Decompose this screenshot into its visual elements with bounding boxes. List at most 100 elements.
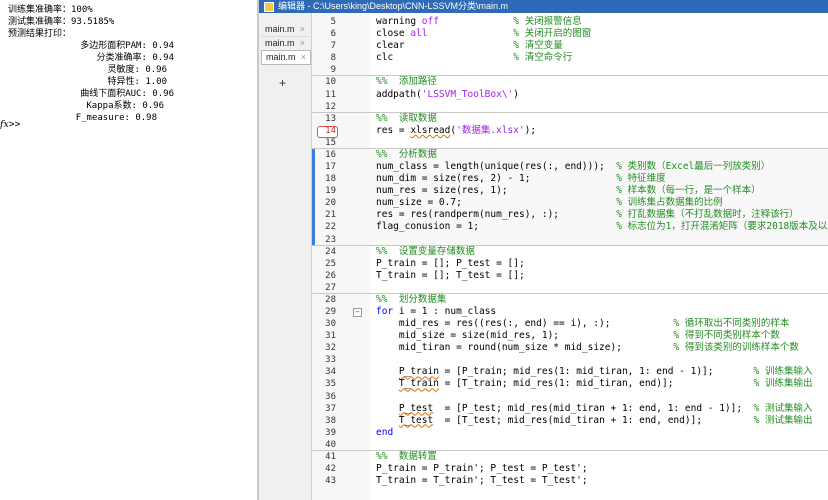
gutter-line-18[interactable]: 18 (312, 173, 370, 185)
line-number: 9 (330, 65, 336, 76)
gutter-line-10[interactable]: 10 (312, 76, 370, 88)
gutter-line-34[interactable]: 34 (312, 366, 370, 378)
line-number: 42 (325, 464, 336, 475)
gutter-line-21[interactable]: 21 (312, 209, 370, 221)
code-line-6[interactable]: close all % 关闭开启的图窗 (376, 28, 591, 40)
command-prompt[interactable]: fx>> (0, 119, 20, 130)
gutter-line-17[interactable]: 17 (312, 161, 370, 173)
gutter-line-42[interactable]: 42 (312, 463, 370, 475)
gutter-line-43[interactable]: 43 (312, 475, 370, 487)
tab-main-1[interactable]: main.m × (261, 23, 309, 37)
code-line-21[interactable]: res = res(randperm(num_res), :); % 打乱数据集… (376, 209, 799, 221)
gutter-line-6[interactable]: 6 (312, 28, 370, 40)
command-window[interactable]: 训练集准确率：100% 测试集准确率：93.5185% 预测结果打印： 多边形面… (0, 0, 257, 500)
gutter-line-13[interactable]: 13 (312, 113, 370, 125)
gutter-line-16[interactable]: 16 (312, 149, 370, 161)
gutter-line-15[interactable]: 15 (312, 137, 370, 149)
code-line-28[interactable]: %% 划分数据集 (376, 294, 446, 306)
line-number: 16 (325, 149, 336, 160)
code-line-11[interactable]: addpath('LSSVM_ToolBox\') (376, 89, 519, 101)
gutter-line-39[interactable]: 39 (312, 427, 370, 439)
gutter-line-23[interactable]: 23 (312, 234, 370, 246)
code-line-10[interactable]: %% 添加路径 (376, 76, 437, 88)
gutter-line-26[interactable]: 26 (312, 270, 370, 282)
gutter-line-35[interactable]: 35 (312, 378, 370, 390)
code-line-5[interactable]: warning off % 关闭报警信息 (376, 16, 582, 28)
code-line-34[interactable]: P_train = [P_train; mid_res(1: mid_tiran… (376, 366, 813, 378)
add-tab-button[interactable]: + (279, 76, 286, 90)
code-line-22[interactable]: flag_conusion = 1; % 标志位为1，打开混淆矩阵（要求2018… (376, 221, 828, 233)
prompt-symbol: >> (8, 119, 21, 130)
gutter-line-33[interactable]: 33 (312, 354, 370, 366)
line-number: 38 (325, 415, 336, 426)
gutter-line-9[interactable]: 9 (312, 64, 370, 76)
line-number: 26 (325, 270, 336, 281)
gutter-line-32[interactable]: 32 (312, 342, 370, 354)
code-line-35[interactable]: T_train = [T_train; mid_res(1: mid_tiran… (376, 378, 813, 390)
gutter-line-37[interactable]: 37 (312, 403, 370, 415)
code-line-31[interactable]: mid_size = size(mid_res, 1); % 得到不同类别样本个… (376, 330, 780, 342)
code-line-39[interactable]: end (376, 427, 393, 439)
code-line-18[interactable]: num_dim = size(res, 2) - 1; % 特征维度 (376, 173, 666, 185)
code-line-25[interactable]: P_train = []; P_test = []; (376, 258, 525, 270)
code-line-20[interactable]: num_size = 0.7; % 训练集占数据集的比例 (376, 197, 723, 209)
code-line-41[interactable]: %% 数据转置 (376, 451, 437, 463)
gutter-line-38[interactable]: 38 (312, 415, 370, 427)
code-line-26[interactable]: T_train = []; T_test = []; (376, 270, 525, 282)
code-line-16[interactable]: %% 分析数据 (376, 149, 437, 161)
code-line-7[interactable]: clear % 清空变量 (376, 40, 563, 52)
gutter-line-40[interactable]: 40 (312, 439, 370, 451)
code-editor[interactable]: 4%% 清空环境变量5warning off % 关闭报警信息6close al… (312, 13, 828, 500)
metric-pam: 多边形面积PAM: 0.94 (80, 41, 174, 51)
line-number: 14 (325, 125, 336, 136)
line-number: 21 (325, 210, 336, 221)
line-number: 35 (325, 379, 336, 390)
gutter-line-22[interactable]: 22 (312, 221, 370, 233)
gutter-line-24[interactable]: 24 (312, 246, 370, 258)
line-number: 41 (325, 451, 336, 462)
gutter-line-12[interactable]: 12 (312, 101, 370, 113)
close-icon[interactable]: × (300, 23, 305, 36)
gutter-line-20[interactable]: 20 (312, 197, 370, 209)
gutter-line-30[interactable]: 30 (312, 318, 370, 330)
tab-label: main.m (265, 38, 295, 48)
line-number: 40 (325, 439, 336, 450)
gutter-line-28[interactable]: 28 (312, 294, 370, 306)
gutter-line-11[interactable]: 11 (312, 89, 370, 101)
gutter-line-5[interactable]: 5 (312, 16, 370, 28)
code-line-17[interactable]: num_class = length(unique(res(:, end)));… (376, 161, 770, 173)
fold-toggle-icon[interactable]: − (353, 308, 362, 317)
gutter-line-25[interactable]: 25 (312, 258, 370, 270)
code-line-29[interactable]: for i = 1 : num_class (376, 306, 496, 318)
code-line-13[interactable]: %% 读取数据 (376, 113, 437, 125)
code-line-8[interactable]: clc % 清空命令行 (376, 52, 572, 64)
close-icon[interactable]: × (301, 51, 306, 64)
line-number: 12 (325, 101, 336, 112)
fx-icon[interactable]: fx (0, 119, 9, 130)
gutter-line-41[interactable]: 41 (312, 451, 370, 463)
metric-sensitivity: 灵敏度: 0.96 (107, 65, 167, 75)
code-line-32[interactable]: mid_tiran = round(num_size * mid_size); … (376, 342, 799, 354)
metric-f-measure: F_measure: 0.98 (75, 113, 157, 123)
code-line-24[interactable]: %% 设置变量存储数据 (376, 246, 475, 258)
gutter-line-29[interactable]: 29 − (312, 306, 370, 318)
gutter-line-7[interactable]: 7 (312, 40, 370, 52)
code-line-37[interactable]: P_test = [P_test; mid_res(mid_tiran + 1:… (376, 403, 813, 415)
line-number: 24 (325, 246, 336, 257)
gutter-line-27[interactable]: 27 (312, 282, 370, 294)
code-line-42[interactable]: P_train = P_train'; P_test = P_test'; (376, 463, 588, 475)
gutter-line-19[interactable]: 19 (312, 185, 370, 197)
gutter-line-8[interactable]: 8 (312, 52, 370, 64)
code-line-19[interactable]: num_res = size(res, 1); % 样本数（每一行，是一个样本） (376, 185, 761, 197)
close-icon[interactable]: × (300, 37, 305, 50)
gutter-line-14[interactable]: 14 (312, 125, 370, 138)
code-line-43[interactable]: T_train = T_train'; T_test = T_test'; (376, 475, 588, 487)
metric-kappa: Kappa系数: 0.96 (86, 101, 164, 111)
gutter-line-36[interactable]: 36 (312, 391, 370, 403)
code-line-38[interactable]: T_test = [T_test; mid_res(mid_tiran + 1:… (376, 415, 813, 427)
code-line-30[interactable]: mid_res = res((res(:, end) == i), :); % … (376, 318, 790, 330)
gutter-line-31[interactable]: 31 (312, 330, 370, 342)
tab-main-2[interactable]: main.m × (261, 37, 309, 51)
tab-main-3-active[interactable]: main.m × (261, 50, 311, 65)
code-line-14[interactable]: res = xlsread('数据集.xlsx'); (376, 125, 536, 137)
